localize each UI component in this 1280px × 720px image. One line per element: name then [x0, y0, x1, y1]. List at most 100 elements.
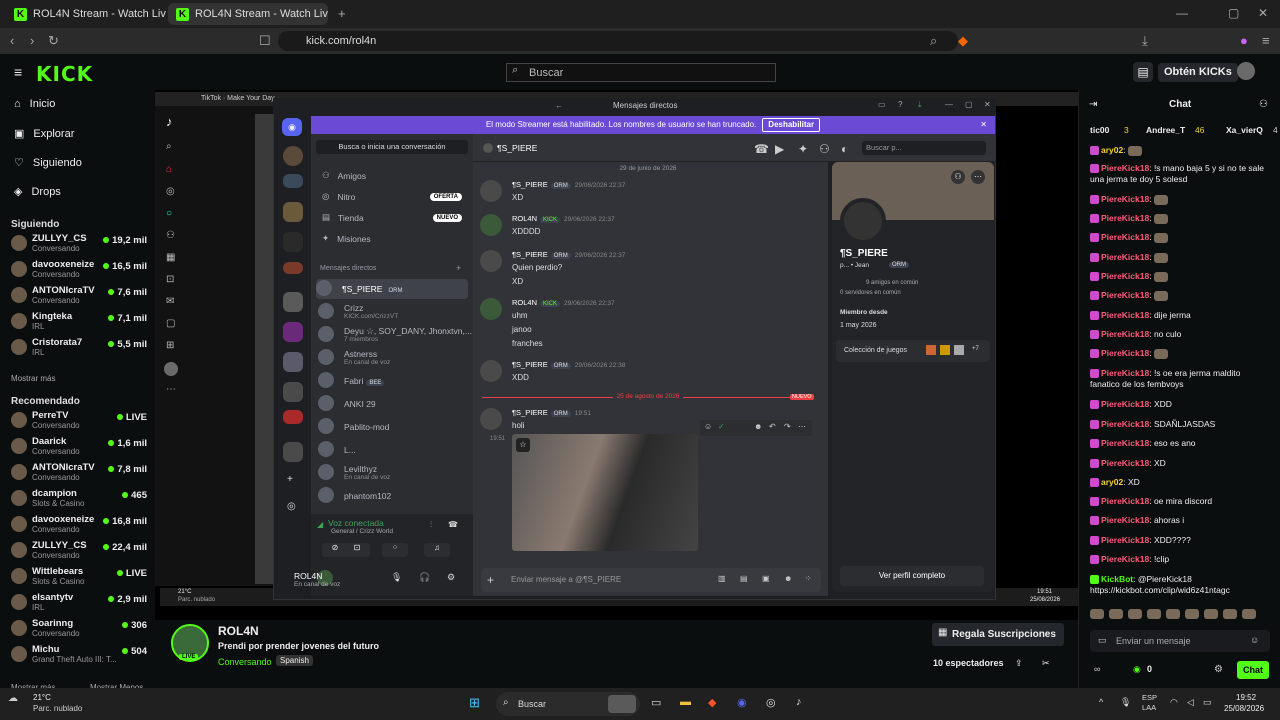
sidebar-channel[interactable]: PerreTV Conversando LIVE [11, 410, 147, 434]
channel-name[interactable]: ROL4N [218, 624, 259, 638]
task-view-icon[interactable]: ▭ [651, 696, 661, 709]
dm-nav-0[interactable]: ⚇ Amigos [322, 170, 462, 181]
mic-icon[interactable]: 🎙 [1120, 697, 1131, 708]
chat-username[interactable]: PiereKick18 [1101, 419, 1149, 429]
wifi-icon[interactable]: ◠ [1170, 697, 1178, 708]
dm-nav-2[interactable]: ▤ Tienda NUEVO [322, 212, 462, 223]
screen-share-icon[interactable]: ⊡ [344, 543, 370, 557]
maximize-icon[interactable]: ▢ [965, 100, 973, 109]
reply-icon[interactable]: ↶ [769, 422, 776, 431]
minimize-icon[interactable]: — [945, 100, 953, 109]
star-icon[interactable]: ☆ [516, 438, 530, 452]
message-author[interactable]: ¶S_PIERE [512, 360, 548, 369]
nav-explore[interactable]: ▣ Explorar [14, 127, 74, 141]
message-author[interactable]: ¶S_PIERE [512, 180, 548, 189]
emoji-icon[interactable]: ☻ [754, 422, 762, 431]
language-code[interactable]: ESP [1142, 693, 1157, 702]
search-icon[interactable]: ⌕ [166, 141, 172, 152]
inbox-icon[interactable]: ✉ [166, 296, 174, 307]
sidebar-channel[interactable]: elsantytv IRL 2,9 mil [11, 592, 147, 616]
avatar[interactable] [164, 362, 178, 376]
message-author[interactable]: ROL4N [512, 214, 537, 223]
profile-avatar[interactable] [840, 198, 886, 244]
emote[interactable] [1166, 609, 1180, 619]
chat-username[interactable]: PiereKick18 [1101, 535, 1149, 545]
message-author[interactable]: ROL4N [512, 298, 537, 307]
maximize-icon[interactable]: ▢ [1228, 6, 1239, 20]
emote[interactable] [1090, 609, 1104, 619]
chat-username[interactable]: ary02 [1101, 145, 1123, 155]
clip-icon[interactable]: ✂ [1042, 658, 1050, 669]
gift-icon[interactable]: ▥ [718, 574, 726, 583]
chat-username[interactable]: PiereKick18 [1101, 368, 1149, 378]
add-server-icon[interactable]: + [287, 474, 293, 485]
back-icon[interactable]: ‹ [10, 33, 14, 48]
dm-item[interactable]: Pablito-mod [318, 417, 468, 437]
obs-icon[interactable]: ◎ [766, 696, 776, 709]
sidebar-channel[interactable]: davooxeneize Conversando 16,8 mil [11, 514, 147, 538]
sidebar-channel[interactable]: Daarick Conversando 1,6 mil [11, 436, 147, 460]
emote[interactable] [1128, 609, 1142, 619]
messages-icon[interactable]: ▢ [166, 318, 175, 329]
disconnect-icon[interactable]: ☎ [448, 520, 458, 529]
pin-icon[interactable]: ✦ [798, 142, 808, 156]
dm-item[interactable]: Levilthyz En canal de voz [318, 463, 468, 483]
add-icon[interactable]: ⊞ [166, 340, 174, 351]
message-image[interactable] [512, 434, 698, 551]
upload-icon[interactable]: ⊡ [166, 274, 174, 285]
extension-icon[interactable]: ● [1240, 33, 1248, 48]
chat-input[interactable]: Enviar un mensaje [1090, 630, 1270, 652]
avatar[interactable] [480, 298, 502, 320]
sidebar-channel[interactable]: ZULLYY_CS Conversando 22,4 mil [11, 540, 147, 564]
dm-item[interactable]: phantom102 [318, 486, 468, 506]
mic-icon[interactable]: 🎙 [391, 572, 402, 583]
avatar[interactable] [480, 408, 502, 430]
conversation-search[interactable]: Busca o inicia una conversación [316, 140, 468, 154]
discover-icon[interactable]: ◎ [287, 501, 296, 512]
sidebar-channel[interactable]: davooxeneize Conversando 16,5 mil [11, 259, 147, 283]
chat-users-icon[interactable]: ⚇ [1259, 99, 1268, 110]
brave-icon[interactable]: ◆ [708, 696, 716, 709]
avatar[interactable] [1237, 62, 1255, 80]
emote[interactable] [1185, 609, 1199, 619]
more-icon[interactable]: ⋯ [166, 384, 176, 395]
sidebar-channel[interactable]: Soarinng Conversando 306 [11, 618, 147, 642]
server-icon[interactable] [283, 382, 303, 402]
gifter-name[interactable]: tic00 [1090, 125, 1109, 135]
dm-search-input[interactable]: Buscar p... [862, 141, 986, 155]
language-tag[interactable]: Spanish [276, 655, 313, 666]
mutual-friends[interactable]: 9 amigos en común [866, 280, 918, 286]
battery-icon[interactable]: ▭ [1203, 697, 1212, 708]
zoom-icon[interactable]: ⌕ [930, 33, 937, 49]
clock-time[interactable]: 19:52 [1236, 693, 1256, 702]
chat-username[interactable]: PiereKick18 [1101, 271, 1149, 281]
get-kicks-button[interactable]: Obtén KICKs [1158, 63, 1238, 82]
gifter-name[interactable]: Xa_vierQ [1226, 125, 1263, 135]
brave-shield-icon[interactable]: ◆ [958, 33, 968, 49]
stream-category[interactable]: Conversando [218, 657, 272, 667]
chat-username[interactable]: PiereKick18 [1101, 554, 1149, 564]
back-icon[interactable]: ← [555, 101, 563, 110]
avatar[interactable] [480, 360, 502, 382]
dm-item[interactable]: Crizz KICK.com/CrizzVT [318, 302, 468, 322]
help-icon[interactable]: ? [898, 100, 902, 109]
weather-temp[interactable]: 21°C [33, 693, 51, 702]
live-icon[interactable]: ○ [166, 208, 172, 219]
view-full-profile-button[interactable]: Ver perfil completo [840, 566, 984, 586]
sidebar-channel[interactable]: ANTONIcraTV Conversando 7,8 mil [11, 462, 147, 486]
emote[interactable] [1109, 609, 1123, 619]
inbox-icon[interactable]: ▭ [878, 100, 886, 109]
profile-icon[interactable]: ◐ [841, 142, 848, 156]
server-icon[interactable] [283, 352, 303, 372]
add-attachment-icon[interactable]: + [487, 573, 494, 587]
close-icon[interactable]: ✕ [980, 116, 987, 134]
forward-icon[interactable]: › [30, 33, 34, 48]
nav-home[interactable]: ⌂ Inicio [14, 98, 55, 110]
server-icon[interactable] [283, 262, 303, 274]
server-icon[interactable] [283, 442, 303, 462]
dm-item[interactable]: Fabri BEE [318, 371, 468, 391]
close-icon[interactable]: ✕ [984, 100, 991, 109]
activity-icon[interactable]: ⁘ [382, 543, 408, 557]
chat-username[interactable]: PiereKick18 [1101, 310, 1149, 320]
forward-icon[interactable]: ↷ [784, 422, 791, 431]
